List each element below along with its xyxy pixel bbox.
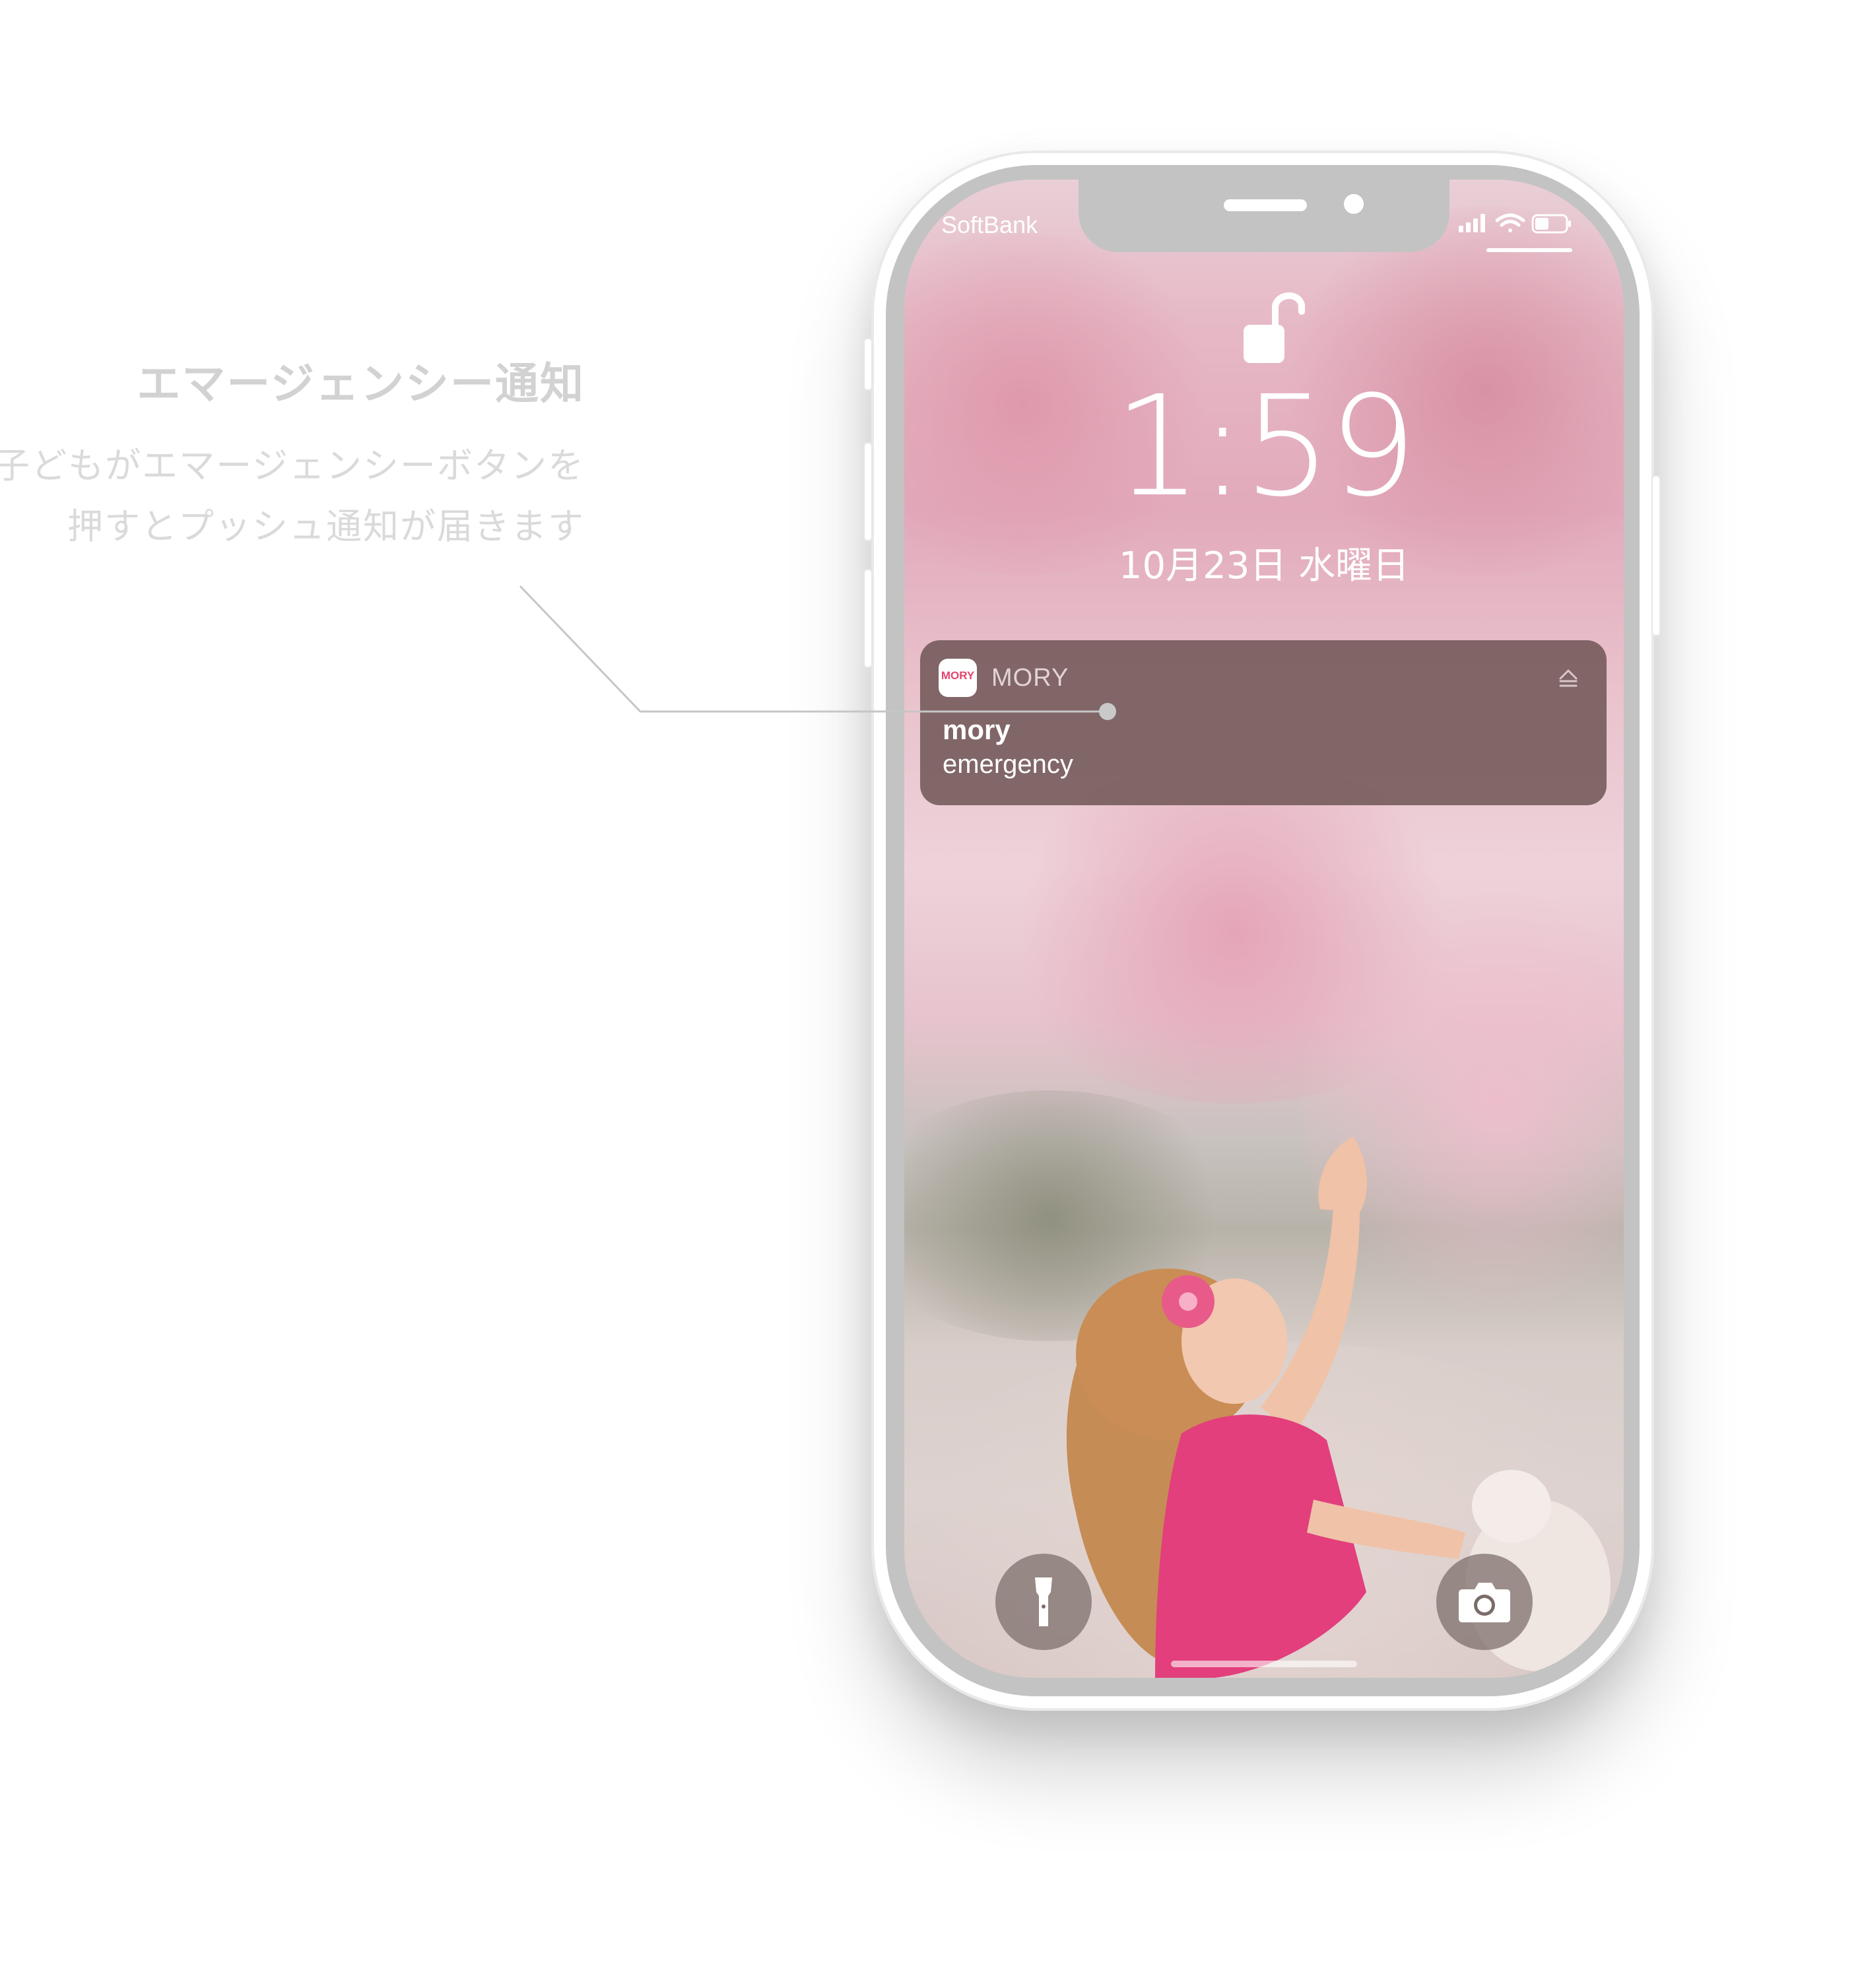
status-icons [1459, 213, 1571, 234]
signal-icon [1459, 214, 1485, 232]
push-notification[interactable]: MORY MORY mory emergency [920, 640, 1607, 805]
notification-body: emergency [943, 750, 1073, 779]
flashlight-icon [1035, 1577, 1052, 1626]
notification-title: mory [943, 714, 1011, 745]
caption-line-2: 押すとプッシュ通知が届きます [67, 506, 585, 547]
notch [1079, 180, 1449, 252]
unlock-icon [1244, 292, 1305, 363]
camera-button[interactable] [1436, 1554, 1533, 1650]
front-camera [1344, 194, 1364, 214]
control-center-indicator[interactable] [1486, 248, 1572, 252]
lock-time: 1:59 [1114, 366, 1417, 527]
app-icon-logo: MORY [941, 669, 975, 682]
volume-down-button[interactable] [863, 569, 873, 668]
caption-title: エマージェンシー通知 [137, 358, 585, 409]
power-button[interactable] [1651, 475, 1661, 636]
lock-screen: SoftBank 1:59 10月23日 水曜日 MORY MORY mory … [904, 180, 1624, 1678]
carrier-name: SoftBank [941, 211, 1038, 238]
speaker [1224, 199, 1307, 211]
camera-icon [1459, 1583, 1510, 1622]
mute-switch [863, 338, 873, 391]
volume-up-button[interactable] [863, 442, 873, 541]
caption-line-1: 子どもがエマージェンシーボタンを [0, 445, 585, 486]
flashlight-button[interactable] [995, 1554, 1092, 1650]
notification-app-name: MORY [991, 664, 1069, 692]
chevron-icon[interactable] [1555, 665, 1581, 692]
caption-description: 子どもがエマージェンシーボタンを 押すとプッシュ通知が届きます [0, 436, 585, 557]
battery-icon [1531, 214, 1571, 234]
wifi-icon [1495, 213, 1525, 232]
app-icon: MORY [939, 659, 977, 697]
home-indicator[interactable] [1171, 1661, 1357, 1667]
lock-date: 10月23日 水曜日 [1118, 545, 1410, 587]
